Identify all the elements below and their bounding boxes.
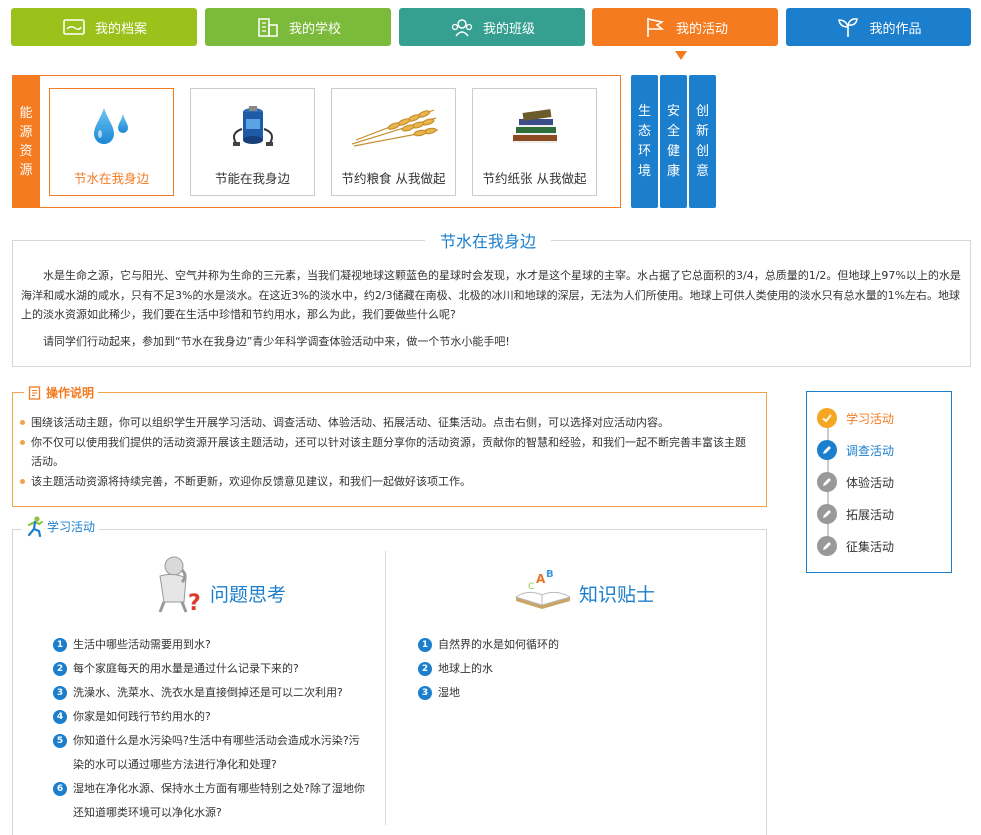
instructions-title: 操作说明	[24, 384, 99, 401]
card-energy-saving[interactable]: 节能在我身边	[190, 88, 315, 196]
nav-tab-label: 我的活动	[675, 21, 728, 37]
tab-safety-health[interactable]: 安全健康	[660, 75, 687, 208]
question-number: 6	[53, 782, 67, 796]
step-study[interactable]: 学习活动	[817, 408, 894, 428]
question-number: 4	[53, 710, 67, 724]
instructions-box: 围绕该活动主题，你可以组织学生开展学习活动、调查活动、体验活动、拓展活动、征集活…	[12, 392, 767, 507]
intro-title: 节水在我身边	[425, 230, 551, 254]
class-icon	[449, 15, 475, 39]
step-survey[interactable]: 调查活动	[817, 440, 894, 460]
question-number: 2	[53, 662, 67, 676]
nav-tab-class[interactable]: 我的班级	[399, 8, 585, 46]
svg-text:?: ?	[188, 591, 201, 614]
pencil-icon	[817, 504, 837, 524]
svg-text:C: C	[528, 582, 534, 592]
category-side-label: 能源资源	[12, 75, 40, 208]
tips-heading: 知识贴士	[579, 584, 656, 606]
question-number: 3	[53, 686, 67, 700]
list-item: 该主题活动资源将持续完善，不断更新，欢迎你反馈意见建议，和我们一起做好该项工作。	[20, 472, 753, 492]
nav-tab-label: 我的作品	[869, 21, 922, 37]
book-icon: AB C	[512, 565, 574, 613]
card-water-saving[interactable]: 节水在我身边	[49, 88, 174, 196]
nav-tab-label: 我的档案	[94, 21, 147, 37]
sprout-icon	[835, 15, 861, 39]
card-paper-saving[interactable]: 节约纸张 从我做起	[472, 88, 597, 196]
step-extension[interactable]: 拓展活动	[817, 504, 894, 524]
study-title: 学习活动	[22, 515, 100, 537]
questions-heading: 问题思考	[210, 584, 287, 606]
card-label: 节水在我身边	[73, 171, 149, 186]
question-number: 5	[53, 734, 67, 748]
question-item[interactable]: 洗澡水、洗菜水、洗衣水是直接倒掉还是可以二次利用?	[73, 681, 343, 705]
svg-text:A: A	[536, 572, 546, 586]
pencil-icon	[817, 472, 837, 492]
pencil-icon	[817, 440, 837, 460]
question-number: 1	[53, 638, 67, 652]
tip-number: 3	[418, 686, 432, 700]
card-label: 节约纸张 从我做起	[482, 171, 587, 186]
nav-tab-school[interactable]: 我的学校	[205, 8, 391, 46]
tab-innovation[interactable]: 创新创意	[689, 75, 716, 208]
books-icon	[473, 101, 596, 153]
tab-ecology[interactable]: 生态环境	[631, 75, 658, 208]
question-item[interactable]: 每个家庭每天的用水量是通过什么记录下来的?	[73, 657, 299, 681]
water-drop-icon	[50, 101, 173, 153]
school-icon	[255, 15, 281, 39]
question-item[interactable]: 你知道什么是水污染吗?生活中有哪些活动会造成水污染?污 染的水可以通过哪些方法进行…	[73, 729, 360, 777]
wheat-icon	[332, 101, 455, 153]
document-icon	[28, 385, 42, 400]
pencil-icon	[817, 536, 837, 556]
svg-text:B: B	[546, 569, 554, 580]
check-icon	[817, 408, 837, 428]
card-label: 节能在我身边	[214, 171, 290, 186]
step-experience[interactable]: 体验活动	[817, 472, 894, 492]
tip-number: 1	[418, 638, 432, 652]
list-item: 围绕该活动主题，你可以组织学生开展学习活动、调查活动、体验活动、拓展活动、征集活…	[20, 413, 753, 433]
tip-item[interactable]: 自然界的水是如何循环的	[438, 633, 559, 657]
intro-paragraph-1: 水是生命之源，它与阳光、空气并称为生命的三元素，当我们凝视地球这颗蓝色的星球时会…	[21, 269, 961, 321]
profile-icon	[61, 15, 87, 39]
flag-icon	[642, 15, 668, 39]
intro-paragraph-2: 请同学们行动起来，参加到“节水在我身边”青少年科学调查体验活动中来，做一个节水小…	[43, 335, 510, 348]
battery-icon	[191, 101, 314, 153]
tip-item[interactable]: 湿地	[438, 681, 460, 705]
card-food-saving[interactable]: 节约粮食 从我做起	[331, 88, 456, 196]
tip-number: 2	[418, 662, 432, 676]
nav-tab-works[interactable]: 我的作品	[786, 8, 971, 46]
question-item[interactable]: 你家是如何践行节约用水的?	[73, 705, 211, 729]
nav-tab-activity[interactable]: 我的活动	[592, 8, 778, 46]
step-collection[interactable]: 征集活动	[817, 536, 894, 556]
question-item[interactable]: 生活中哪些活动需要用到水?	[73, 633, 211, 657]
thinker-icon: ?	[152, 556, 204, 616]
nav-tab-profile[interactable]: 我的档案	[11, 8, 197, 46]
tip-item[interactable]: 地球上的水	[438, 657, 493, 681]
nav-tab-label: 我的班级	[482, 21, 535, 37]
column-divider	[385, 551, 386, 825]
question-item[interactable]: 湿地在净化水源、保持水土方面有哪些特别之处?除了湿地你 还知道哪类环境可以净化水源…	[73, 777, 365, 825]
intro-box: 水是生命之源，它与阳光、空气并称为生命的三元素，当我们凝视地球这颗蓝色的星球时会…	[12, 240, 971, 367]
card-label: 节约粮食 从我做起	[341, 171, 446, 186]
list-item: 你不仅可以使用我们提供的活动资源开展该主题活动，还可以针对该主题分享你的活动资源…	[20, 433, 753, 472]
nav-tab-label: 我的学校	[288, 21, 341, 37]
active-tab-indicator	[675, 51, 687, 60]
runner-icon	[26, 515, 44, 537]
